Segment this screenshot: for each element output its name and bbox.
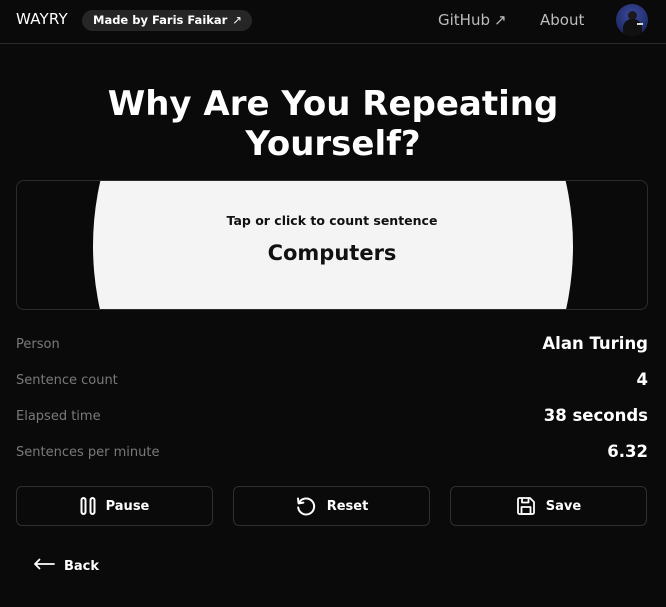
avatar-light-shape: [637, 23, 643, 25]
user-avatar[interactable]: [616, 4, 648, 36]
save-button[interactable]: Save: [450, 486, 647, 526]
stat-person-label: Person: [16, 337, 60, 352]
stat-elapsed-time-label: Elapsed time: [16, 409, 101, 424]
top-nav-bar: WAYRY Made by Faris Faikar ↗ GitHub ↗ Abou…: [0, 0, 666, 44]
stat-elapsed-time-value: 38 seconds: [543, 406, 648, 425]
back-link-label: Back: [64, 558, 100, 574]
nav-github-label: GitHub: [438, 11, 490, 29]
external-link-icon: ↗: [493, 11, 507, 29]
pause-button-label: Pause: [105, 498, 150, 514]
external-link-icon: ↗: [232, 13, 242, 27]
counter-panel: Tap or click to count sentence Computers: [16, 180, 648, 310]
pause-icon: [80, 497, 96, 515]
stat-person-value: Alan Turing: [542, 334, 648, 353]
pause-button[interactable]: Pause: [16, 486, 213, 526]
made-by-label: Made by Faris Faikar: [93, 13, 228, 27]
made-by-badge[interactable]: Made by Faris Faikar ↗: [82, 10, 252, 31]
stat-sentence-count-label: Sentence count: [16, 373, 118, 388]
avatar-body-shape: [623, 19, 642, 36]
nav-link-about[interactable]: About: [540, 11, 584, 29]
arrow-left-icon: [33, 558, 55, 574]
reset-button[interactable]: Reset: [233, 486, 430, 526]
stat-spm-label: Sentences per minute: [16, 445, 160, 460]
reset-button-label: Reset: [326, 498, 369, 514]
stat-spm-value: 6.32: [607, 442, 648, 461]
save-button-label: Save: [545, 498, 582, 514]
tap-hint-text: Tap or click to count sentence: [226, 213, 438, 228]
brand-logo[interactable]: WAYRY: [16, 10, 68, 28]
stat-sentence-count-value: 4: [636, 370, 648, 389]
nav-link-github[interactable]: GitHub ↗: [438, 11, 507, 29]
reset-icon: [295, 495, 317, 517]
back-link[interactable]: Back: [33, 556, 99, 576]
page-title: Why Are You Repeating Yourself?: [107, 84, 559, 164]
save-icon: [516, 496, 536, 516]
sentence-text: Computers: [267, 241, 397, 265]
